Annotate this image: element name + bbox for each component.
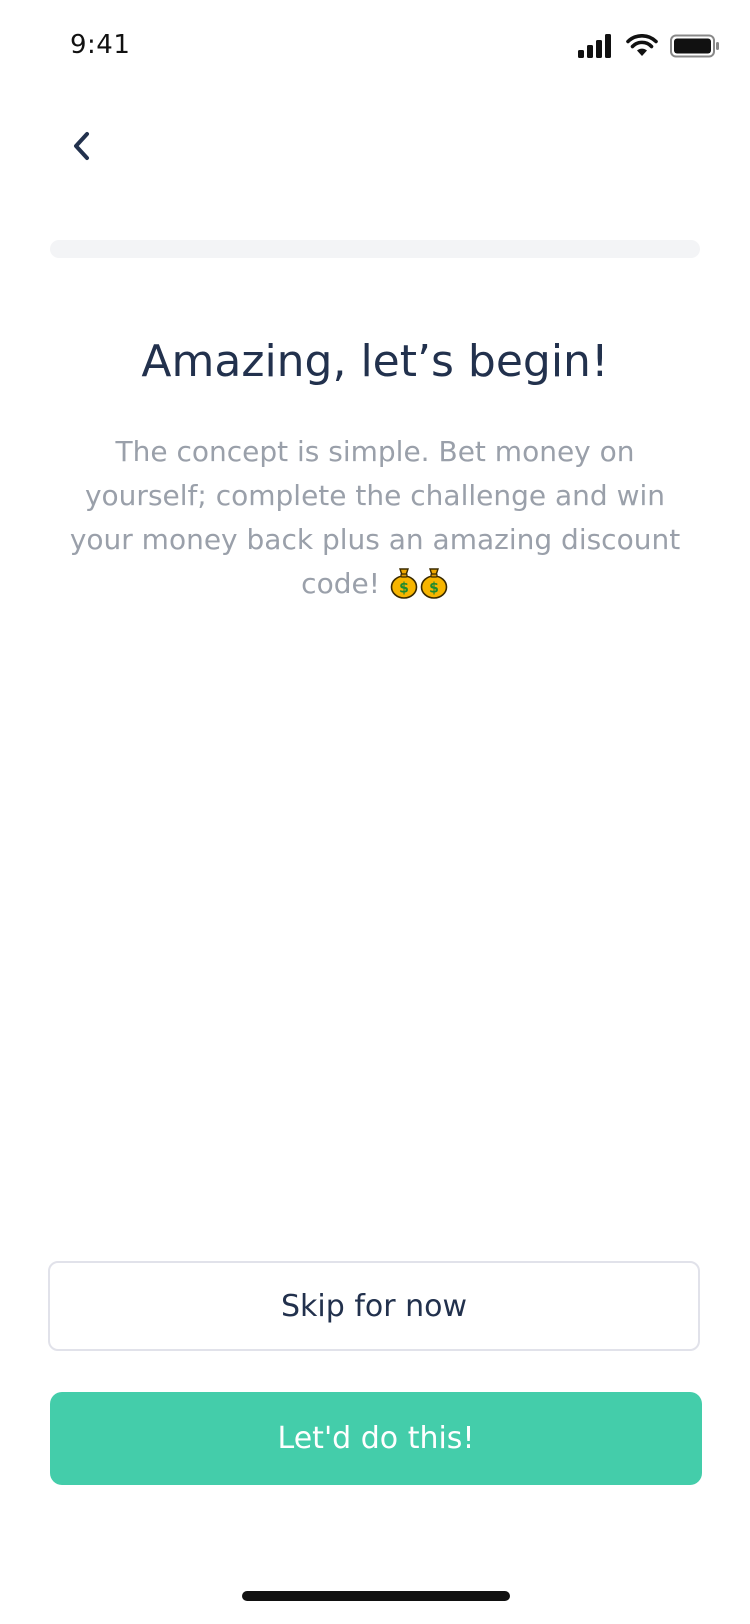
money-bag-icon: $ — [420, 568, 448, 599]
battery-icon — [670, 34, 719, 58]
money-bag-icon: $ — [390, 568, 418, 599]
wifi-icon — [626, 34, 658, 56]
lets-do-this-button[interactable]: Let'd do this! — [50, 1392, 702, 1485]
svg-text:$: $ — [399, 581, 409, 597]
skip-button[interactable]: Skip for now — [48, 1261, 700, 1351]
signal-icon — [578, 34, 611, 58]
description-text: The concept is simple. Bet money on your… — [69, 435, 681, 600]
chevron-left-icon — [74, 132, 89, 160]
back-button[interactable] — [62, 126, 102, 166]
status-time: 9:41 — [70, 30, 131, 60]
page-title: Amazing, let’s begin! — [141, 336, 609, 387]
svg-text:$: $ — [429, 581, 439, 597]
description: The concept is simple. Bet money on your… — [60, 430, 690, 606]
progress-bar — [50, 240, 700, 258]
home-indicator — [242, 1591, 510, 1601]
status-icons — [578, 32, 720, 60]
